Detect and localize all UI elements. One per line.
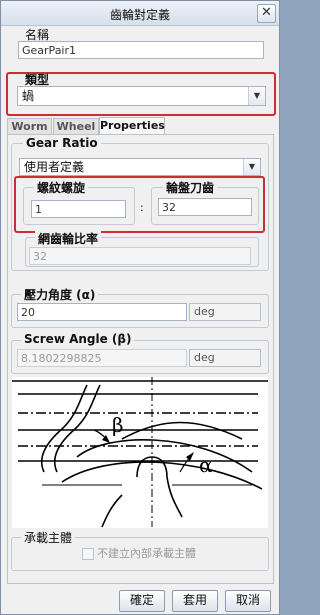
close-button[interactable]: ✕ <box>257 4 276 23</box>
apply-button[interactable]: 套用 <box>172 590 218 612</box>
gear-ratio-mode-select[interactable]: 使用者定義 ▼ <box>19 158 261 176</box>
wheel-teeth-label: 輪盤刀齒 <box>163 179 218 196</box>
gear-ratio-title: Gear Ratio <box>23 136 101 150</box>
mesh-ratio-label: 網齒輪比率 <box>35 230 102 247</box>
name-field[interactable]: GearPair1 <box>18 41 264 59</box>
ratio-separator: : <box>140 201 144 214</box>
bearing-title: 承載主體 <box>21 529 76 546</box>
alpha-symbol: α <box>199 453 213 477</box>
ok-button[interactable]: 確定 <box>119 590 165 612</box>
pressure-angle-unit: deg <box>189 303 261 321</box>
type-select[interactable]: 蝸 ▼ <box>17 86 266 106</box>
gear-diagram: β α <box>12 377 268 528</box>
title-bar: 齒輪對定義 ✕ <box>1 1 279 26</box>
type-select-value: 蝸 <box>22 89 35 103</box>
internal-bearing-label: 不建立內部承載主體 <box>97 547 196 560</box>
mesh-ratio-field: 32 <box>29 247 251 265</box>
internal-bearing-checkbox[interactable] <box>82 548 94 560</box>
pressure-angle-label: 壓力角度 (α) <box>21 286 99 303</box>
tab-worm[interactable]: Worm <box>7 118 52 135</box>
wheel-teeth-field[interactable]: 32 <box>158 198 252 216</box>
worm-threads-label: 螺紋螺旋 <box>34 179 89 196</box>
gear-pair-dialog: 齒輪對定義 ✕ 名稱 GearPair1 類型 蝸 ▼ Worm Wheel P… <box>0 0 280 615</box>
beta-symbol: β <box>112 413 124 437</box>
gear-ratio-mode-value: 使用者定義 <box>24 160 85 174</box>
dialog-title: 齒輪對定義 <box>109 8 170 22</box>
cancel-button[interactable]: 取消 <box>225 590 271 612</box>
worm-threads-field[interactable]: 1 <box>31 200 126 218</box>
screw-angle-unit: deg <box>189 349 261 367</box>
screw-angle-field: 8.1802298825 <box>17 349 187 367</box>
chevron-down-icon[interactable]: ▼ <box>248 87 265 105</box>
worm-wheel-illustration: β α <box>12 377 268 528</box>
chevron-down-icon[interactable]: ▼ <box>243 159 260 175</box>
screw-angle-label: Screw Angle (β) <box>21 332 135 346</box>
tab-wheel[interactable]: Wheel <box>53 118 99 135</box>
pressure-angle-field[interactable]: 20 <box>17 303 187 321</box>
